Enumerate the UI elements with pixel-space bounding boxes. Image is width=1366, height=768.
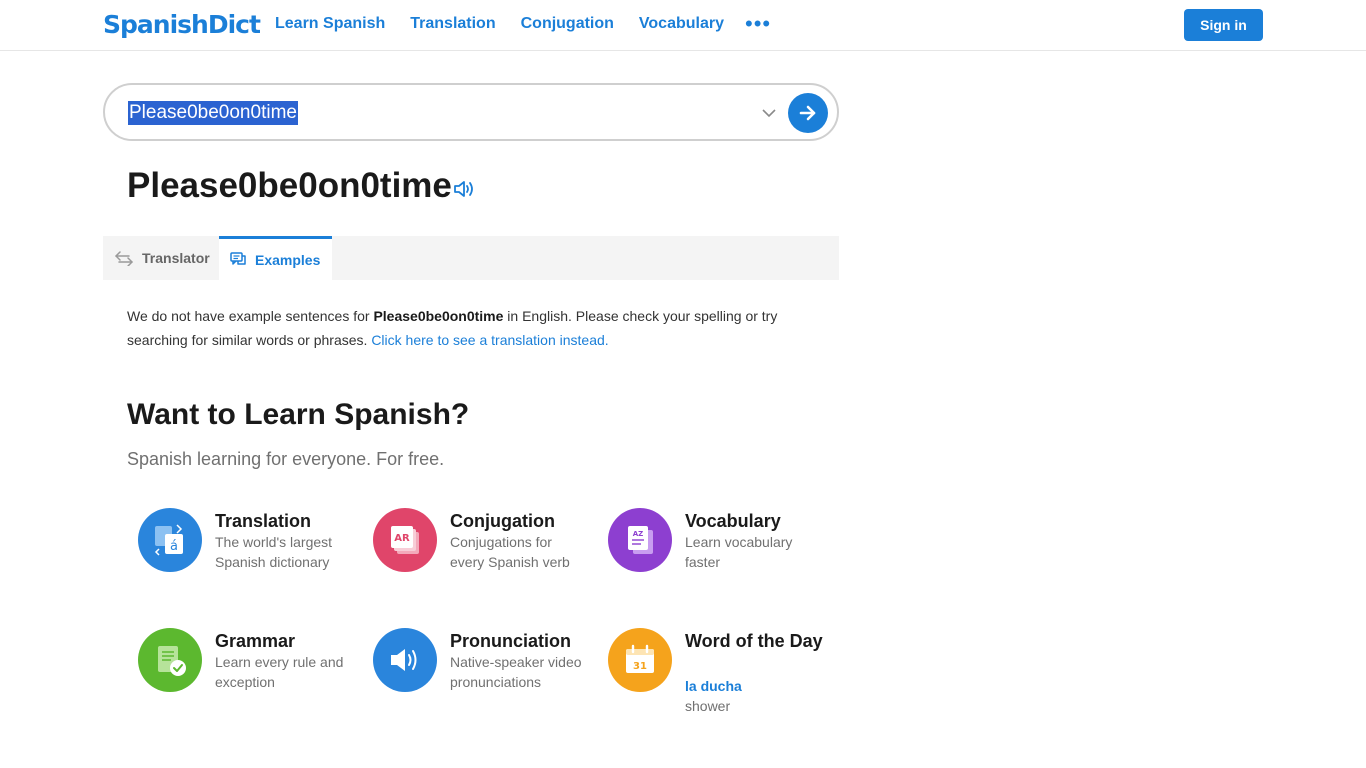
pronunciation-icon (373, 628, 437, 692)
feature-word-of-the-day[interactable]: 31 Word of the Day la ducha shower (608, 628, 828, 738)
calendar-day: 31 (633, 661, 647, 672)
conjugation-icon: AR (373, 508, 437, 572)
feature-title: Conjugation (450, 511, 555, 531)
nav-translation[interactable]: Translation (410, 15, 495, 33)
feature-pronunciation[interactable]: Pronunciation Native-speaker video pronu… (373, 628, 593, 728)
feature-title: Grammar (215, 631, 296, 651)
main-nav: Learn Spanish Translation Conjugation Vo… (275, 13, 771, 35)
learn-heading: Want to Learn Spanish? (127, 398, 470, 431)
word-of-the-day-meaning: shower (685, 698, 731, 714)
feature-conjugation[interactable]: AR Conjugation Conjugations for every Sp… (373, 508, 593, 608)
tab-translator[interactable]: Translator (103, 236, 219, 280)
nav-conjugation[interactable]: Conjugation (521, 15, 614, 33)
nav-learn-spanish[interactable]: Learn Spanish (275, 15, 385, 33)
grammar-icon (138, 628, 202, 692)
svg-text:AZ: AZ (633, 530, 644, 538)
top-navigation-bar: SpanishDict Learn Spanish Translation Co… (0, 0, 1366, 51)
chat-bubbles-icon (230, 251, 246, 265)
word-of-the-day-link[interactable]: la ducha (685, 676, 742, 696)
search-box[interactable]: Please0be0on0time (103, 83, 839, 141)
page-title: Please0be0on0time (127, 166, 452, 205)
feature-description: Conjugations for every Spanish verb (450, 534, 570, 570)
arrow-right-icon (799, 105, 816, 121)
feature-description: Learn vocabulary faster (685, 534, 793, 570)
nav-vocabulary[interactable]: Vocabulary (639, 15, 724, 33)
result-tabs: Translator Examples (103, 236, 839, 280)
chevron-down-icon[interactable] (761, 105, 777, 121)
search-input[interactable]: Please0be0on0time (128, 101, 298, 125)
vocabulary-icon: AZ (608, 508, 672, 572)
feature-description: Learn every rule and exception (215, 654, 344, 690)
swap-arrows-icon (115, 251, 133, 266)
feature-title: Pronunciation (450, 631, 571, 651)
tab-translator-label: Translator (142, 250, 210, 266)
feature-grammar[interactable]: Grammar Learn every rule and exception (138, 628, 358, 728)
message-search-term: Please0be0on0time (373, 308, 504, 324)
feature-title: Vocabulary (685, 511, 781, 531)
learn-subheading: Spanish learning for everyone. For free. (127, 449, 445, 469)
svg-text:AR: AR (394, 533, 410, 544)
spanishdict-logo[interactable]: SpanishDict (103, 10, 261, 39)
tab-examples-label: Examples (255, 251, 321, 268)
calendar-icon: 31 (608, 628, 672, 692)
tab-examples[interactable]: Examples (219, 236, 332, 280)
speaker-icon[interactable] (452, 178, 476, 200)
svg-text:á: á (170, 539, 178, 554)
message-text-before: We do not have example sentences for (127, 308, 374, 324)
translation-icon: á (138, 508, 202, 572)
feature-translation[interactable]: á Translation The world's largest Spanis… (138, 508, 358, 608)
feature-description: Native-speaker video pronunciations (450, 654, 582, 690)
see-translation-link[interactable]: Click here to see a translation instead. (371, 332, 608, 348)
feature-title: Translation (215, 511, 312, 531)
feature-title: Word of the Day (685, 631, 823, 651)
ellipsis-icon[interactable]: ••• (745, 13, 771, 35)
feature-vocabulary[interactable]: AZ Vocabulary Learn vocabulary faster (608, 508, 828, 608)
no-examples-message: We do not have example sentences for Ple… (127, 304, 817, 352)
search-submit-button[interactable] (788, 93, 828, 133)
sign-in-button[interactable]: Sign in (1184, 9, 1263, 41)
feature-description: The world's largest Spanish dictionary (215, 534, 333, 570)
